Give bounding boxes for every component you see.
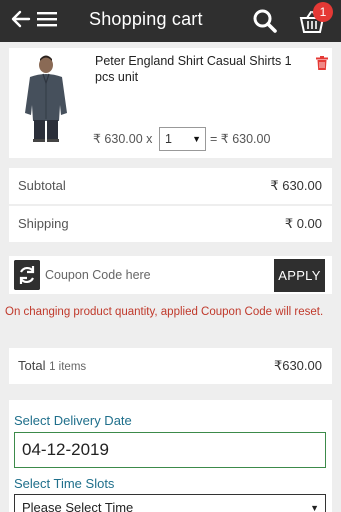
refresh-icon[interactable] (14, 260, 40, 290)
trash-icon[interactable] (316, 56, 328, 70)
back-arrow-icon[interactable] (10, 8, 32, 30)
coupon-bar: APPLY (9, 256, 332, 294)
page-title: Shopping cart (89, 9, 203, 29)
delivery-date-label: Select Delivery Date (14, 413, 132, 428)
dropdown-arrow-icon: ▼ (192, 134, 201, 144)
time-slot-label: Select Time Slots (14, 476, 115, 491)
unit-price: ₹ 630.00 x (93, 132, 153, 146)
dropdown-arrow-icon: ▼ (310, 503, 319, 512)
shipping-row: Shipping ₹ 0.00 (9, 206, 332, 242)
product-name[interactable]: Peter England Shirt Casual Shirts 1 pcs … (95, 53, 309, 85)
line-total: = ₹ 630.00 (210, 132, 271, 146)
time-slot-value: Please Select Time (22, 500, 134, 512)
total-value: ₹630.00 (273, 358, 322, 373)
app-bar: Shopping cart 1 (0, 0, 341, 42)
shipping-value: ₹ 0.00 (284, 216, 322, 231)
total-label-group: Total 1 items (18, 358, 86, 373)
shipping-label: Shipping (18, 216, 69, 231)
delivery-card: Select Delivery Date Select Time Slots P… (9, 400, 332, 512)
apply-button[interactable]: APPLY (274, 259, 325, 292)
cart-count-badge: 1 (313, 2, 333, 22)
total-label: Total (18, 358, 46, 373)
menu-icon[interactable] (36, 9, 58, 29)
quantity-select[interactable]: 1 ▼ (159, 127, 206, 151)
subtotal-label: Subtotal (18, 178, 66, 193)
coupon-reset-note: On changing product quantity, applied Co… (5, 306, 324, 318)
cart-item-card: Peter England Shirt Casual Shirts 1 pcs … (9, 48, 332, 158)
subtotal-value: ₹ 630.00 (270, 178, 322, 193)
product-image[interactable] (15, 53, 77, 143)
delivery-date-field[interactable] (14, 432, 326, 468)
search-icon[interactable] (252, 8, 278, 34)
total-row: Total 1 items ₹630.00 (9, 348, 332, 384)
coupon-input[interactable] (45, 260, 271, 290)
quantity-value: 1 (165, 132, 172, 146)
time-slot-select[interactable]: Please Select Time ▼ (14, 494, 326, 512)
total-item-count: 1 items (49, 361, 87, 373)
subtotal-row: Subtotal ₹ 630.00 (9, 168, 332, 204)
